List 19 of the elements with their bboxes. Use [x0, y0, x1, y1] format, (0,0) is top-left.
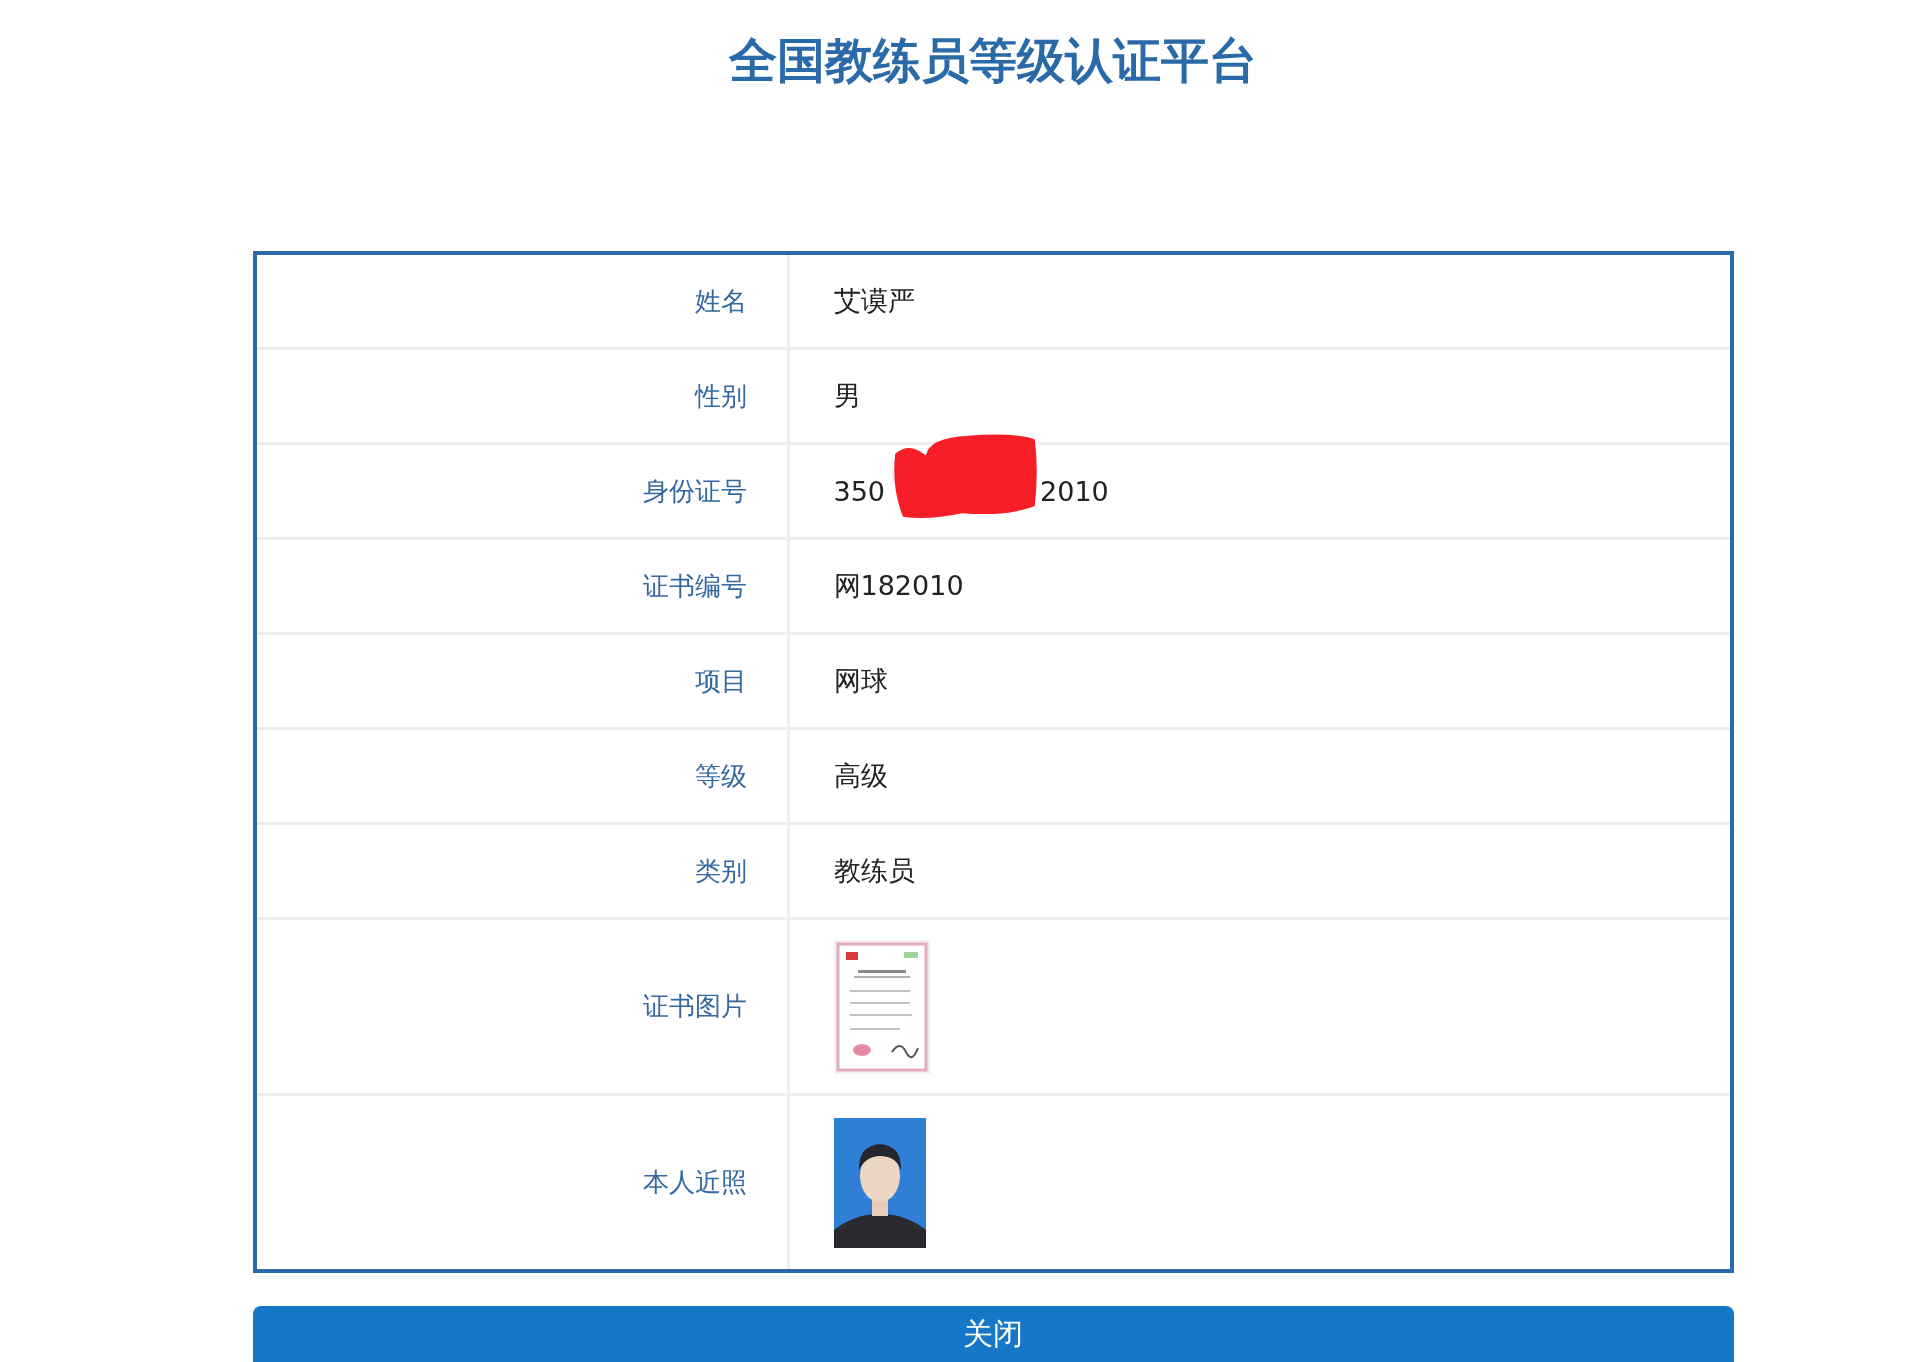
close-button[interactable]: 关闭	[252, 1306, 1734, 1362]
field-label: 项目	[694, 664, 747, 698]
field-value: 2010	[1040, 475, 1109, 507]
field-value: 350	[833, 475, 886, 507]
field-label: 证书图片	[642, 990, 747, 1023]
field-value: 网球	[833, 664, 888, 698]
field-value: 网182010	[833, 569, 964, 603]
field-label: 性别	[694, 379, 747, 413]
field-value: 艾谟严	[833, 284, 915, 318]
field-value: 男	[833, 379, 861, 413]
field-label: 姓名	[694, 284, 747, 318]
field-label: 身份证号	[642, 474, 747, 508]
field-label: 类别	[694, 854, 747, 888]
field-label: 等级	[694, 759, 747, 793]
page-title: 全国教练员等级认证平台	[729, 31, 1257, 90]
field-value: 高级	[833, 759, 888, 793]
field-label: 本人近照	[642, 1166, 747, 1199]
field-label: 证书编号	[642, 569, 747, 603]
field-value: 教练员	[833, 854, 915, 888]
